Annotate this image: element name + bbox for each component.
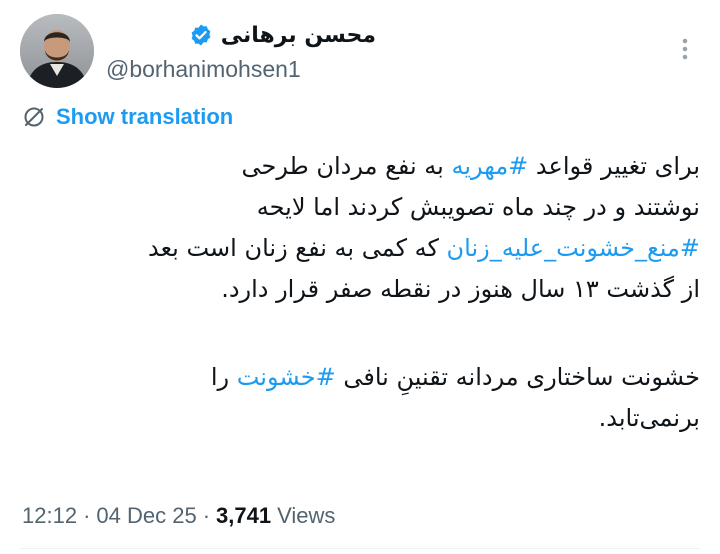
more-options-button[interactable]	[670, 34, 700, 64]
tweet-line: خشونت ساختاری مردانه تقنینِ نافی #خشونت …	[20, 357, 700, 398]
tweet-text: برای تغییر قواعد #مهریه به نفع مردان طرح…	[20, 146, 700, 439]
tweet-line: نوشتند و در چند ماه تصویبش کردند اما لای…	[20, 187, 700, 228]
tweet-time[interactable]: 12:12	[22, 503, 77, 529]
author-name-row: محسن برهانی	[189, 18, 376, 52]
tweet-line: #منع_خشونت_علیه_زنان که کمی به نفع زنان …	[20, 228, 700, 269]
tweet-header: محسن برهانی @borhanimohsen1	[20, 14, 700, 90]
show-translation-label: Show translation	[56, 104, 234, 129]
divider	[20, 548, 700, 549]
tweet-card: محسن برهانی @borhanimohsen1 Show transla…	[0, 0, 720, 554]
tweet-line: از گذشت ۱۳ سال هنوز در نقطه صفر قرار دار…	[20, 269, 700, 310]
tweet-line: برای تغییر قواعد #مهریه به نفع مردان طرح…	[20, 146, 700, 187]
author-display-name[interactable]: محسن برهانی	[221, 23, 376, 48]
hashtag-link[interactable]: #منع_خشونت_علیه_زنان	[447, 234, 700, 262]
tweet-text-span: برای تغییر قواعد	[528, 152, 700, 180]
meta-separator: ·	[83, 503, 91, 528]
tweet-text-span: که کمی به نفع زنان است بعد	[148, 234, 447, 262]
verified-badge-icon[interactable]	[189, 23, 213, 47]
avatar-photo	[20, 14, 94, 88]
tweet-date[interactable]: 04 Dec 25	[96, 503, 196, 529]
more-vertical-icon	[682, 38, 688, 60]
tweet-meta: 12:12 · 04 Dec 25 · 3,741 Views	[22, 496, 335, 536]
tweet-text-span: برنمی‌تابد.	[598, 404, 700, 432]
author-handle[interactable]: @borhanimohsen1	[106, 56, 301, 83]
tweet-text-span: خشونت ساختاری مردانه تقنینِ نافی	[335, 363, 700, 391]
translate-icon	[22, 105, 46, 129]
show-translation-link[interactable]: Show translation	[22, 102, 233, 132]
hashtag-link[interactable]: #مهریه	[451, 152, 528, 180]
tweet-line: برنمی‌تابد.	[20, 398, 700, 439]
author-info: محسن برهانی @borhanimohsen1	[106, 18, 606, 88]
views-label: Views	[277, 503, 336, 528]
tweet-text-span: نوشتند و در چند ماه تصویبش کردند اما لای…	[256, 193, 700, 221]
tweet-text-span: را	[210, 363, 237, 391]
tweet-text-span: به نفع مردان طرحی	[241, 152, 452, 180]
tweet-text-span: از گذشت ۱۳ سال هنوز در نقطه صفر قرار دار…	[221, 275, 700, 303]
hashtag-link[interactable]: #خشونت	[237, 363, 336, 391]
author-avatar[interactable]	[20, 14, 94, 88]
views-count[interactable]: 3,741	[216, 503, 271, 529]
meta-separator: ·	[202, 503, 211, 528]
